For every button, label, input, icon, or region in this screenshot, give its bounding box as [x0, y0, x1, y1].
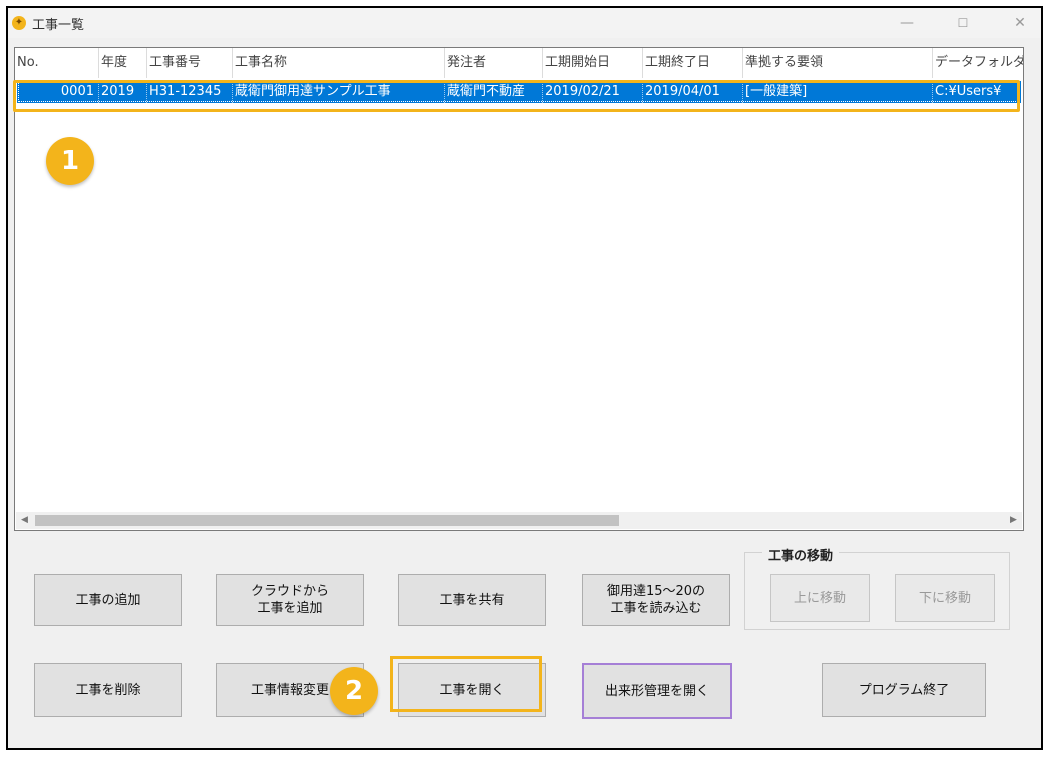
col-header-end[interactable]: 工期終了日 — [643, 48, 743, 78]
add-project-button[interactable]: 工事の追加 — [34, 574, 182, 626]
exit-program-button[interactable]: プログラム終了 — [822, 663, 986, 717]
close-icon[interactable]: ✕ — [1005, 12, 1035, 34]
scroll-left-icon[interactable]: ◀ — [16, 512, 33, 529]
project-list[interactable]: No. 年度 工事番号 工事名称 発注者 工期開始日 工期終了日 準拠する要領 … — [14, 47, 1024, 531]
add-from-cloud-button[interactable]: クラウドから 工事を追加 — [216, 574, 364, 626]
open-project-button[interactable]: 工事を開く — [398, 663, 546, 717]
cell-folder: C:¥Users¥ — [935, 84, 1002, 99]
col-header-number[interactable]: 工事番号 — [147, 48, 233, 78]
cell-year: 2019 — [99, 81, 147, 103]
col-header-name[interactable]: 工事名称 — [233, 48, 445, 78]
col-header-folder[interactable]: データフォルダ — [933, 48, 1023, 78]
maximize-icon[interactable]: ☐ — [948, 12, 978, 34]
col-header-start[interactable]: 工期開始日 — [543, 48, 643, 78]
col-header-client[interactable]: 発注者 — [445, 48, 543, 78]
step-badge-2: 2 — [330, 667, 378, 715]
table-header: No. 年度 工事番号 工事名称 発注者 工期開始日 工期終了日 準拠する要領 … — [15, 48, 1023, 78]
minimize-icon[interactable]: — — [892, 12, 922, 34]
title-bar: ✦ 工事一覧 — ☐ ✕ — [8, 8, 1041, 38]
import-projects-button[interactable]: 御用達15～20の 工事を読み込む — [582, 574, 730, 626]
move-up-button[interactable]: 上に移動 — [770, 574, 870, 622]
step-badge-1: 1 — [46, 137, 94, 185]
delete-project-button[interactable]: 工事を削除 — [34, 663, 182, 717]
scroll-right-icon[interactable]: ▶ — [1005, 512, 1022, 529]
table-row[interactable]: 0001 2019 H31-12345 蔵衛門御用達サンプル工事 蔵衛門不動産 … — [17, 81, 1021, 103]
share-project-button[interactable]: 工事を共有 — [398, 574, 546, 626]
cell-end: 2019/04/01 — [643, 81, 743, 103]
window-title: 工事一覧 — [32, 18, 85, 33]
cell-no: 0001 — [17, 81, 99, 103]
cell-start: 2019/02/21 — [543, 81, 643, 103]
cell-guideline: [一般建築] — [743, 81, 933, 103]
col-header-guideline[interactable]: 準拠する要領 — [743, 48, 933, 78]
cell-name: 蔵衛門御用達サンプル工事 — [233, 81, 445, 103]
open-dekigata-button[interactable]: 出来形管理を開く — [582, 663, 732, 719]
move-down-button[interactable]: 下に移動 — [895, 574, 995, 622]
col-header-year[interactable]: 年度 — [99, 48, 147, 78]
scrollbar-thumb[interactable] — [35, 515, 619, 526]
move-group-label: 工事の移動 — [762, 545, 840, 564]
app-icon: ✦ — [12, 16, 26, 30]
cell-client: 蔵衛門不動産 — [445, 81, 543, 103]
horizontal-scrollbar[interactable]: ◀ ▶ — [16, 512, 1022, 529]
cell-number: H31-12345 — [147, 81, 233, 103]
col-header-no[interactable]: No. — [15, 48, 99, 78]
